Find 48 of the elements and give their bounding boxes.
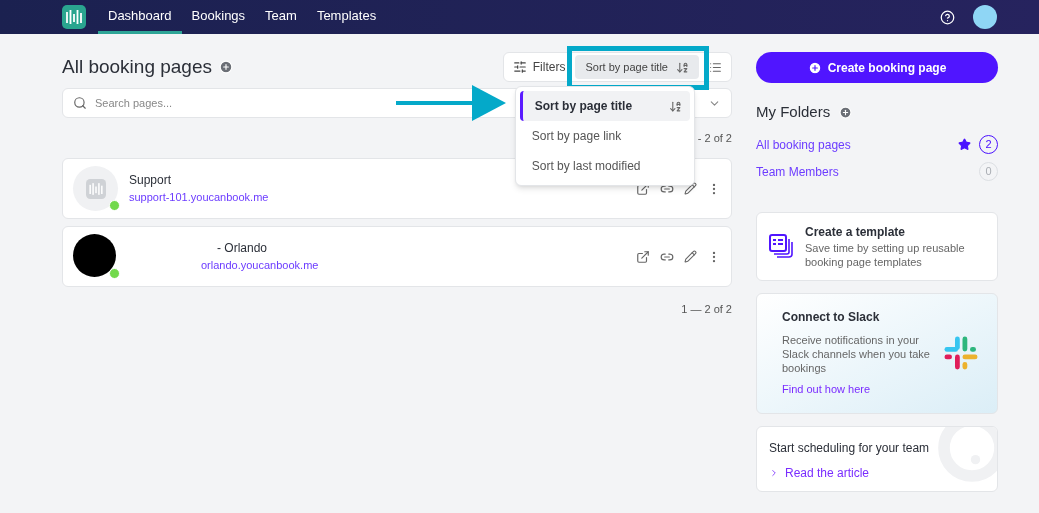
slack-logo-icon — [943, 335, 979, 371]
find-out-link[interactable]: Find out how here — [782, 381, 942, 398]
user-avatar[interactable] — [973, 5, 997, 29]
filters-button[interactable]: Filters — [506, 55, 572, 79]
sliders-icon — [512, 60, 527, 74]
nav-tab[interactable]: Dashboard — [98, 0, 182, 34]
star-icon[interactable] — [958, 138, 971, 151]
card-description: Receive notifications in your Slack channels when you take bookings — [782, 333, 931, 376]
pagination-text: - 2 of 2 — [697, 131, 732, 144]
edit-icon[interactable] — [684, 182, 697, 195]
read-article-link[interactable]: Read the article — [769, 463, 985, 482]
pagination-text: 1 — 2 of 2 — [681, 302, 732, 317]
template-stack-icon — [769, 234, 793, 258]
logo-icon — [85, 178, 106, 199]
page-link[interactable]: support-101.youcanbook.me — [129, 189, 269, 206]
nav-tab[interactable]: Templates — [306, 0, 387, 34]
add-folder-icon[interactable] — [839, 105, 853, 119]
sort-option[interactable]: Sort by page title — [519, 91, 690, 121]
search-field[interactable]: Search pages... — [95, 94, 395, 112]
sort-icon — [676, 60, 689, 74]
page-heading: All booking pages — [62, 54, 212, 79]
nav-tab[interactable]: Team — [255, 0, 307, 34]
help-icon[interactable] — [940, 9, 955, 25]
card-title: Create a template — [805, 224, 907, 241]
page-title: - Orlando — [216, 240, 269, 258]
add-icon[interactable] — [219, 60, 233, 74]
nav-tab[interactable]: Bookings — [181, 0, 256, 34]
template-card[interactable]: Create a template Save time by setting up reusable booking page templates — [756, 211, 998, 281]
folders-heading: My Folders — [756, 102, 831, 122]
page-link[interactable]: orlando.youcanbook.me — [201, 257, 319, 274]
chevron-right-icon — [769, 467, 779, 478]
add-icon — [807, 60, 822, 75]
sort-icon — [668, 99, 682, 113]
card-description: Save time by setting up reusable booking page templates — [805, 241, 966, 269]
edit-icon[interactable] — [684, 250, 697, 263]
create-booking-page-button[interactable]: Create booking page — [756, 52, 998, 83]
logo-icon — [62, 5, 86, 29]
folder-link[interactable]: Team Members — [756, 162, 979, 181]
search-icon — [73, 96, 87, 110]
open-external-icon[interactable] — [636, 249, 650, 264]
folder-link[interactable]: All booking pages — [756, 135, 958, 154]
booking-page-card[interactable]: - Orlando orlando.youcanbook.me — [62, 226, 732, 287]
sort-button[interactable]: Sort by page title — [575, 55, 699, 79]
list-icon — [709, 60, 722, 74]
page-title: Support — [129, 172, 173, 190]
card-title: Connect to Slack — [782, 309, 881, 327]
sort-option[interactable]: Sort by page link — [519, 121, 690, 151]
card-title: Start scheduling for your team — [769, 439, 931, 457]
